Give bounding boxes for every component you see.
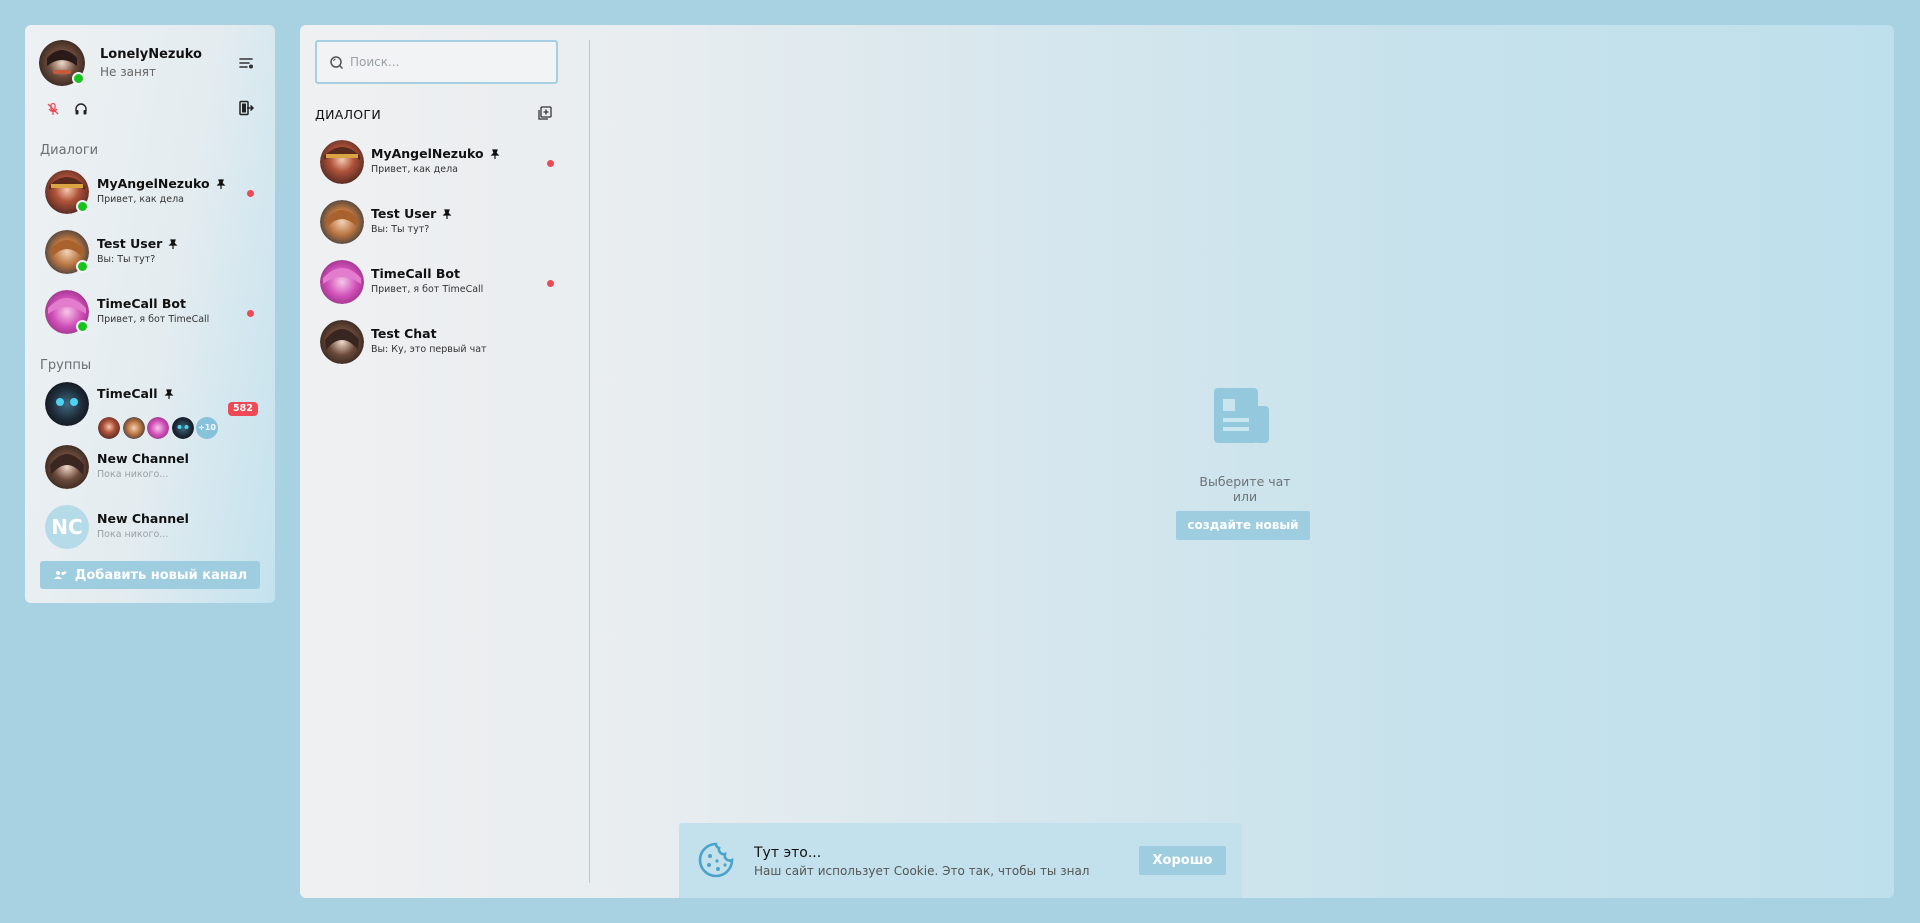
cookie-title: Тут это... (754, 845, 822, 861)
dialog-last-message: Вы: Ку, это первый чат (371, 344, 487, 355)
online-indicator (76, 260, 89, 273)
cookie-banner: Тут это... Наш сайт использует Cookie. Э… (679, 823, 1242, 898)
panel-divider (589, 40, 590, 883)
dialog-name: Test User (371, 206, 437, 221)
sidebar-dialog-item[interactable]: MyAngelNezuko Привет, как дела (25, 167, 275, 219)
avatar (320, 140, 364, 184)
dialog-last-message: Привет, как дела (97, 194, 184, 205)
groups-section-label: Группы (40, 358, 92, 373)
sidebar-group-item[interactable]: TimeCall +10 582 (25, 380, 275, 442)
cookie-ok-button[interactable]: Хорошо (1139, 846, 1226, 875)
user-name: LonelyNezuko (100, 47, 202, 62)
dialog-last-message: Привет, я бот TimeCall (97, 314, 210, 325)
pin-icon (168, 239, 178, 249)
avatar (320, 260, 364, 304)
dialog-list-item[interactable]: TimeCall Bot Привет, я бот TimeCall (300, 257, 589, 309)
add-users-icon (53, 571, 67, 579)
sidebar-dialog-item[interactable]: TimeCall Bot Привет, я бот TimeCall (25, 287, 275, 339)
dialog-list-item[interactable]: Test User Вы: Ты тут? (300, 197, 589, 249)
sidebar-group-item[interactable]: NC New Channel Пока никого... (25, 502, 275, 554)
pin-icon (216, 179, 226, 189)
dialog-list-item[interactable]: Test Chat Вы: Ку, это первый чат (300, 317, 589, 369)
create-chat-button[interactable]: создайте новый (1176, 511, 1310, 540)
unread-indicator (247, 310, 254, 317)
online-indicator (76, 320, 89, 333)
new-dialog-icon[interactable] (538, 106, 552, 120)
dialog-name: TimeCall Bot (97, 296, 186, 311)
pin-icon (164, 389, 173, 399)
unread-count-badge: 582 (228, 402, 258, 416)
member-avatar (123, 417, 145, 439)
headphones-icon[interactable] (74, 102, 88, 116)
unread-indicator (247, 190, 254, 197)
avatar: NC (45, 505, 89, 549)
cookie-icon (698, 842, 734, 878)
chat-placeholder-icon (1214, 388, 1269, 443)
pin-icon (490, 149, 500, 159)
pin-icon (442, 209, 452, 219)
main-panel: ДИАЛОГИ MyAngelNezuko Привет, как дела T… (300, 25, 1894, 898)
mic-off-icon[interactable] (46, 102, 60, 116)
group-name: New Channel (97, 511, 189, 526)
group-name: TimeCall (97, 386, 158, 401)
dialogs-section-label: Диалоги (40, 143, 99, 158)
sidebar-group-item[interactable]: New Channel Пока никого... (25, 442, 275, 494)
search-input[interactable] (350, 55, 550, 69)
sidebar: LonelyNezuko Не занят Диалоги MyAngelNez… (25, 25, 275, 603)
dialog-last-message: Привет, как дела (371, 164, 458, 175)
search-box[interactable] (315, 40, 558, 84)
sidebar-dialog-item[interactable]: Test User Вы: Ты тут? (25, 227, 275, 279)
cookie-text: Наш сайт использует Cookie. Это так, что… (754, 864, 1090, 878)
group-last-message: Пока никого... (97, 469, 169, 480)
group-name: New Channel (97, 451, 189, 466)
member-avatar (147, 417, 169, 439)
unread-indicator (547, 280, 554, 287)
dialog-name: Test User (97, 236, 163, 251)
more-members-badge: +10 (196, 417, 218, 439)
logout-icon[interactable] (238, 100, 254, 116)
user-status: Не занят (100, 65, 157, 79)
add-channel-label: Добавить новый канал (74, 567, 248, 583)
settings-icon[interactable] (238, 55, 254, 71)
dialog-list-item[interactable]: MyAngelNezuko Привет, как дела (300, 137, 589, 189)
dialog-last-message: Вы: Ты тут? (97, 254, 156, 265)
empty-state-line2: или (1232, 489, 1258, 504)
dialog-last-message: Привет, я бот TimeCall (371, 284, 484, 295)
avatar (45, 445, 89, 489)
unread-indicator (547, 160, 554, 167)
avatar (45, 382, 89, 426)
avatar (320, 200, 364, 244)
group-last-message: Пока никого... (97, 529, 169, 540)
dialog-name: MyAngelNezuko (371, 146, 484, 161)
member-avatar (98, 417, 120, 439)
dialog-name: Test Chat (371, 326, 437, 341)
dialog-name: TimeCall Bot (371, 266, 460, 281)
dialogs-header: ДИАЛОГИ (315, 107, 381, 122)
search-icon (330, 55, 344, 69)
dialog-last-message: Вы: Ты тут? (371, 224, 430, 235)
add-channel-button[interactable]: Добавить новый канал (40, 561, 260, 589)
member-avatar (172, 417, 194, 439)
user-online-indicator (72, 72, 85, 85)
dialog-name: MyAngelNezuko (97, 176, 210, 191)
avatar (320, 320, 364, 364)
online-indicator (76, 200, 89, 213)
empty-state-line1: Выберите чат (1199, 474, 1291, 489)
